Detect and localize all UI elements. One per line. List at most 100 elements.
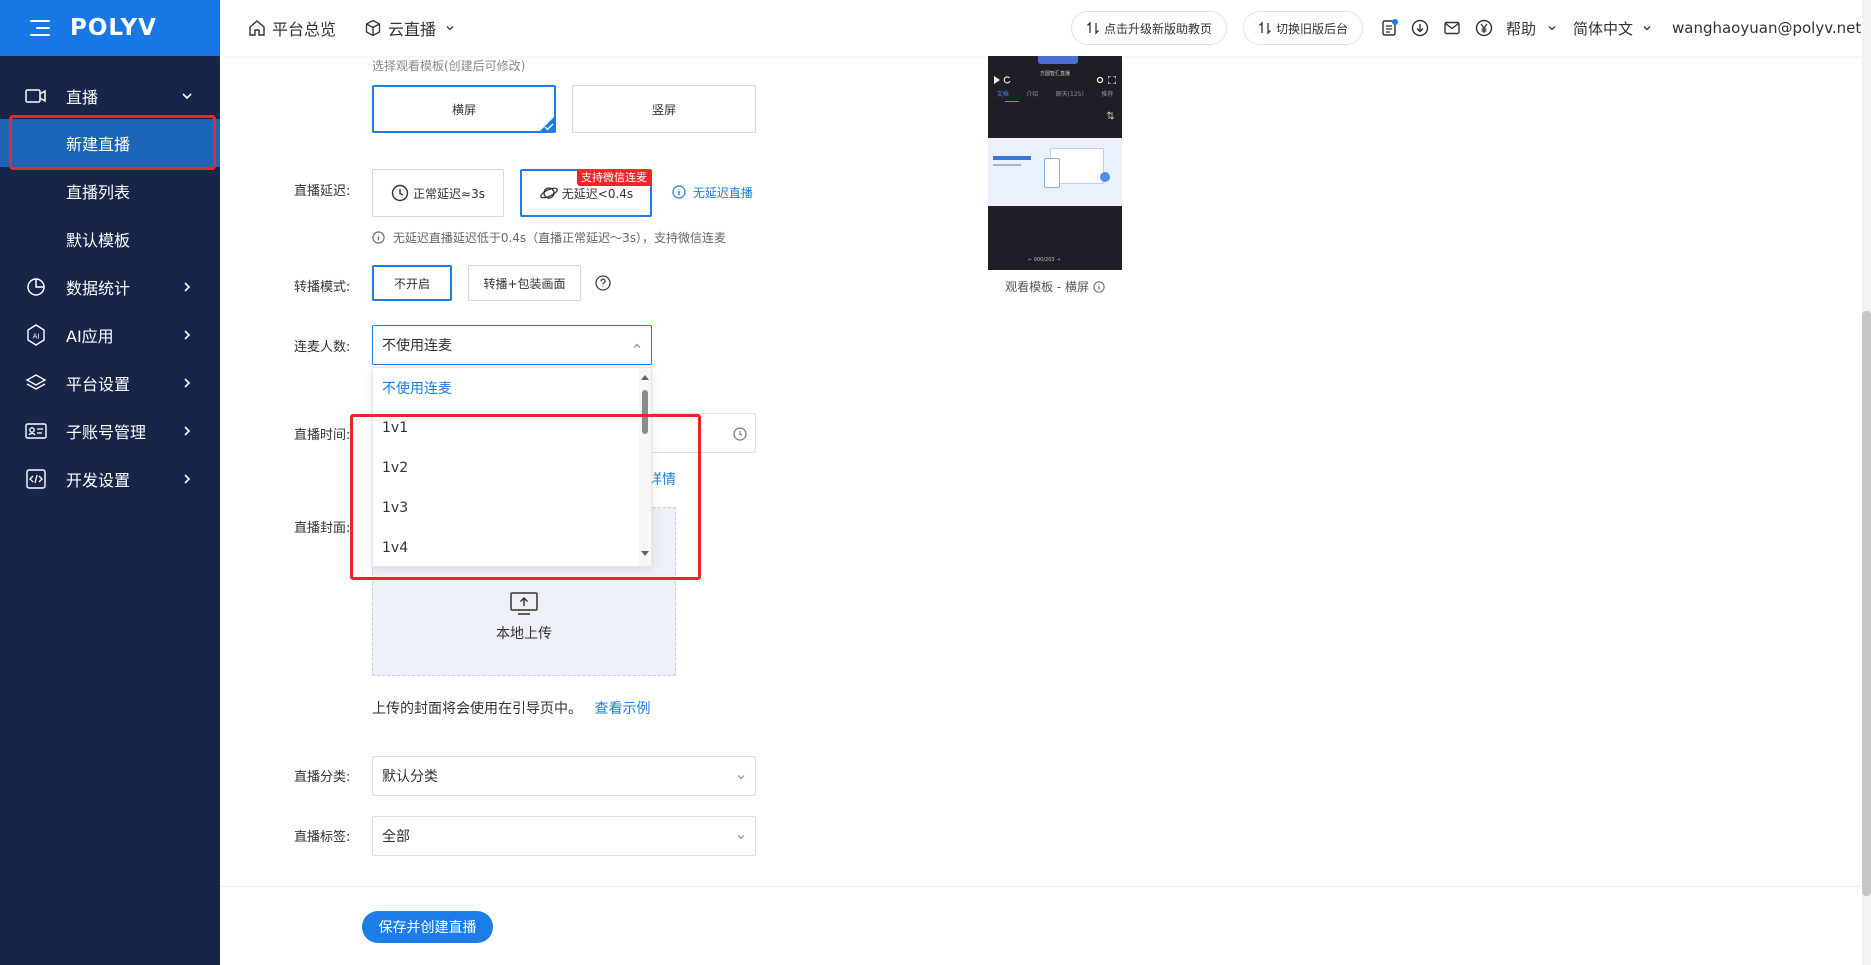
checkmark-corner-icon xyxy=(539,116,555,132)
caption-text: 观看模板 - 横屏 xyxy=(1005,280,1090,294)
dropdown-option[interactable]: 1v1 xyxy=(373,408,651,448)
switch-old-console-button[interactable]: 切换旧版后台 xyxy=(1243,11,1364,45)
sidebar-item-label: AI应用 xyxy=(66,327,114,346)
language-label: 简体中文 xyxy=(1573,19,1634,38)
preview-slide-phone xyxy=(1044,158,1060,188)
preview-tabs: 文档 介绍 聊天(125) 推荐 xyxy=(988,89,1122,101)
preview-tab: 推荐 xyxy=(1101,91,1114,98)
sidebar-item-platform-settings[interactable]: 平台设置 xyxy=(0,359,220,407)
sidebar-item-dev-settings[interactable]: 开发设置 xyxy=(0,455,220,503)
sidebar: POLYV 直播 新建直播 直播列表 默认模板 数据统计 AI AI应用 平台设… xyxy=(0,0,220,965)
chevron-down-icon xyxy=(737,775,745,780)
note-text: 上传的封面将会使用在引导页中。 xyxy=(372,701,582,717)
dropdown-option[interactable]: 1v4 xyxy=(373,528,651,566)
language-menu[interactable]: 简体中文 xyxy=(1573,0,1653,56)
chevron-up-icon xyxy=(633,343,641,348)
no-delay-info-link[interactable]: 无延迟直播 xyxy=(672,184,753,201)
pill-label: 切换旧版后台 xyxy=(1276,21,1349,36)
sidebar-item-statistics[interactable]: 数据统计 xyxy=(0,263,220,311)
template-portrait-option[interactable]: 竖屏 xyxy=(572,85,756,133)
switch-arrows-icon xyxy=(1087,21,1099,35)
mic-count-label: 连麦人数: xyxy=(294,340,351,355)
help-menu[interactable]: 帮助 xyxy=(1506,0,1558,56)
preview-caption: 观看模板 - 横屏 xyxy=(988,278,1122,295)
preview-tab-underline xyxy=(1005,101,1019,102)
save-and-create-button[interactable]: 保存并创建直播 xyxy=(362,911,493,943)
page-scrollbar-thumb[interactable] xyxy=(1862,311,1871,896)
dropdown-option[interactable]: 1v2 xyxy=(373,448,651,488)
clock-icon xyxy=(391,184,409,202)
brand-bar: POLYV xyxy=(0,0,220,56)
sidebar-item-label: 新建直播 xyxy=(66,135,131,154)
home-icon xyxy=(249,20,265,36)
relay-off-option[interactable]: 不开启 xyxy=(372,265,452,301)
tag-select[interactable]: 全部 xyxy=(372,816,756,856)
sidebar-item-ai[interactable]: AI AI应用 xyxy=(0,311,220,359)
pill-label: 点击升级新版助教页 xyxy=(1104,21,1213,36)
scroll-up-arrow-icon xyxy=(641,375,649,380)
notice-button[interactable] xyxy=(1380,0,1398,56)
wechat-mic-badge: 支持微信连麦 xyxy=(577,170,651,186)
select-value: 全部 xyxy=(382,829,410,845)
sidebar-item-new-live[interactable]: 新建直播 xyxy=(0,119,220,167)
sidebar-item-label: 数据统计 xyxy=(66,279,131,298)
code-icon xyxy=(25,468,47,490)
chevron-right-icon xyxy=(184,474,191,484)
option-label: 正常延迟≈3s xyxy=(413,186,485,201)
mic-count-select[interactable]: 不使用连麦 xyxy=(372,325,652,365)
preview-stage xyxy=(1038,56,1078,64)
svg-text:AI: AI xyxy=(33,333,40,341)
user-email: wanghaoyuan@polyv.net xyxy=(1672,19,1862,37)
scroll-down-arrow-icon xyxy=(641,551,649,556)
dropdown-option[interactable]: 不使用连麦 xyxy=(373,368,651,408)
template-landscape-option[interactable]: 横屏 xyxy=(372,85,556,133)
pie-chart-icon xyxy=(25,276,47,298)
dropdown-scrollbar[interactable] xyxy=(639,368,651,566)
chevron-right-icon xyxy=(184,282,191,292)
message-button[interactable] xyxy=(1443,0,1461,56)
sidebar-item-label: 平台设置 xyxy=(66,375,131,394)
download-button[interactable] xyxy=(1411,0,1429,56)
sidebar-item-label: 直播 xyxy=(66,88,99,107)
sidebar-item-subaccount[interactable]: 子账号管理 xyxy=(0,407,220,455)
info-icon[interactable] xyxy=(1093,281,1105,293)
menu-toggle-icon[interactable] xyxy=(30,20,50,36)
help-circle-icon[interactable] xyxy=(595,275,611,291)
preview-tab: 聊天(125) xyxy=(1055,91,1084,98)
chevron-down-icon xyxy=(1643,26,1651,31)
nav-cloud-live[interactable]: 云直播 xyxy=(364,0,456,56)
relay-package-option[interactable]: 转播+包装画面 xyxy=(468,265,581,301)
template-preview: 方圆智汇直播 文档 介绍 聊天(125) 推荐 ← 000/203 → xyxy=(988,56,1122,270)
yen-icon xyxy=(1475,19,1493,37)
clock-icon xyxy=(733,427,747,441)
mic-count-dropdown: 不使用连麦 1v1 1v2 1v3 1v4 xyxy=(372,367,652,567)
nav-platform-overview[interactable]: 平台总览 xyxy=(248,0,336,56)
upgrade-assistant-button[interactable]: 点击升级新版助教页 xyxy=(1071,11,1228,45)
nav-label: 云直播 xyxy=(388,20,437,39)
sidebar-item-live-list[interactable]: 直播列表 xyxy=(0,167,220,215)
dropdown-option[interactable]: 1v3 xyxy=(373,488,651,528)
sidebar-item-live[interactable]: 直播 xyxy=(0,72,220,120)
delay-normal-option[interactable]: 正常延迟≈3s xyxy=(372,169,504,217)
chevron-down-icon xyxy=(182,93,192,100)
info-icon xyxy=(372,231,385,244)
refresh-icon xyxy=(1003,76,1011,84)
dropdown-scroll-thumb[interactable] xyxy=(642,390,648,434)
play-icon xyxy=(994,76,1000,84)
monitor-upload-icon xyxy=(510,591,538,615)
detail-link[interactable]: 详情 xyxy=(648,469,676,489)
view-example-link[interactable]: 查看示例 xyxy=(594,701,650,717)
download-icon xyxy=(1411,19,1429,37)
chevron-down-icon xyxy=(737,835,745,840)
preview-slide xyxy=(988,138,1122,206)
user-account[interactable]: wanghaoyuan@polyv.net xyxy=(1672,0,1861,56)
info-icon xyxy=(672,185,686,199)
delay-none-option[interactable]: 无延迟<0.4s 支持微信连麦 xyxy=(520,169,652,217)
category-select[interactable]: 默认分类 xyxy=(372,756,756,796)
tag-label: 直播标签: xyxy=(294,830,351,845)
preview-slide-heading xyxy=(993,156,1031,160)
time-label: 直播时间: xyxy=(294,428,351,443)
preview-slide-text xyxy=(993,164,1021,166)
billing-button[interactable] xyxy=(1475,0,1493,56)
sidebar-item-default-template[interactable]: 默认模板 xyxy=(0,215,220,263)
